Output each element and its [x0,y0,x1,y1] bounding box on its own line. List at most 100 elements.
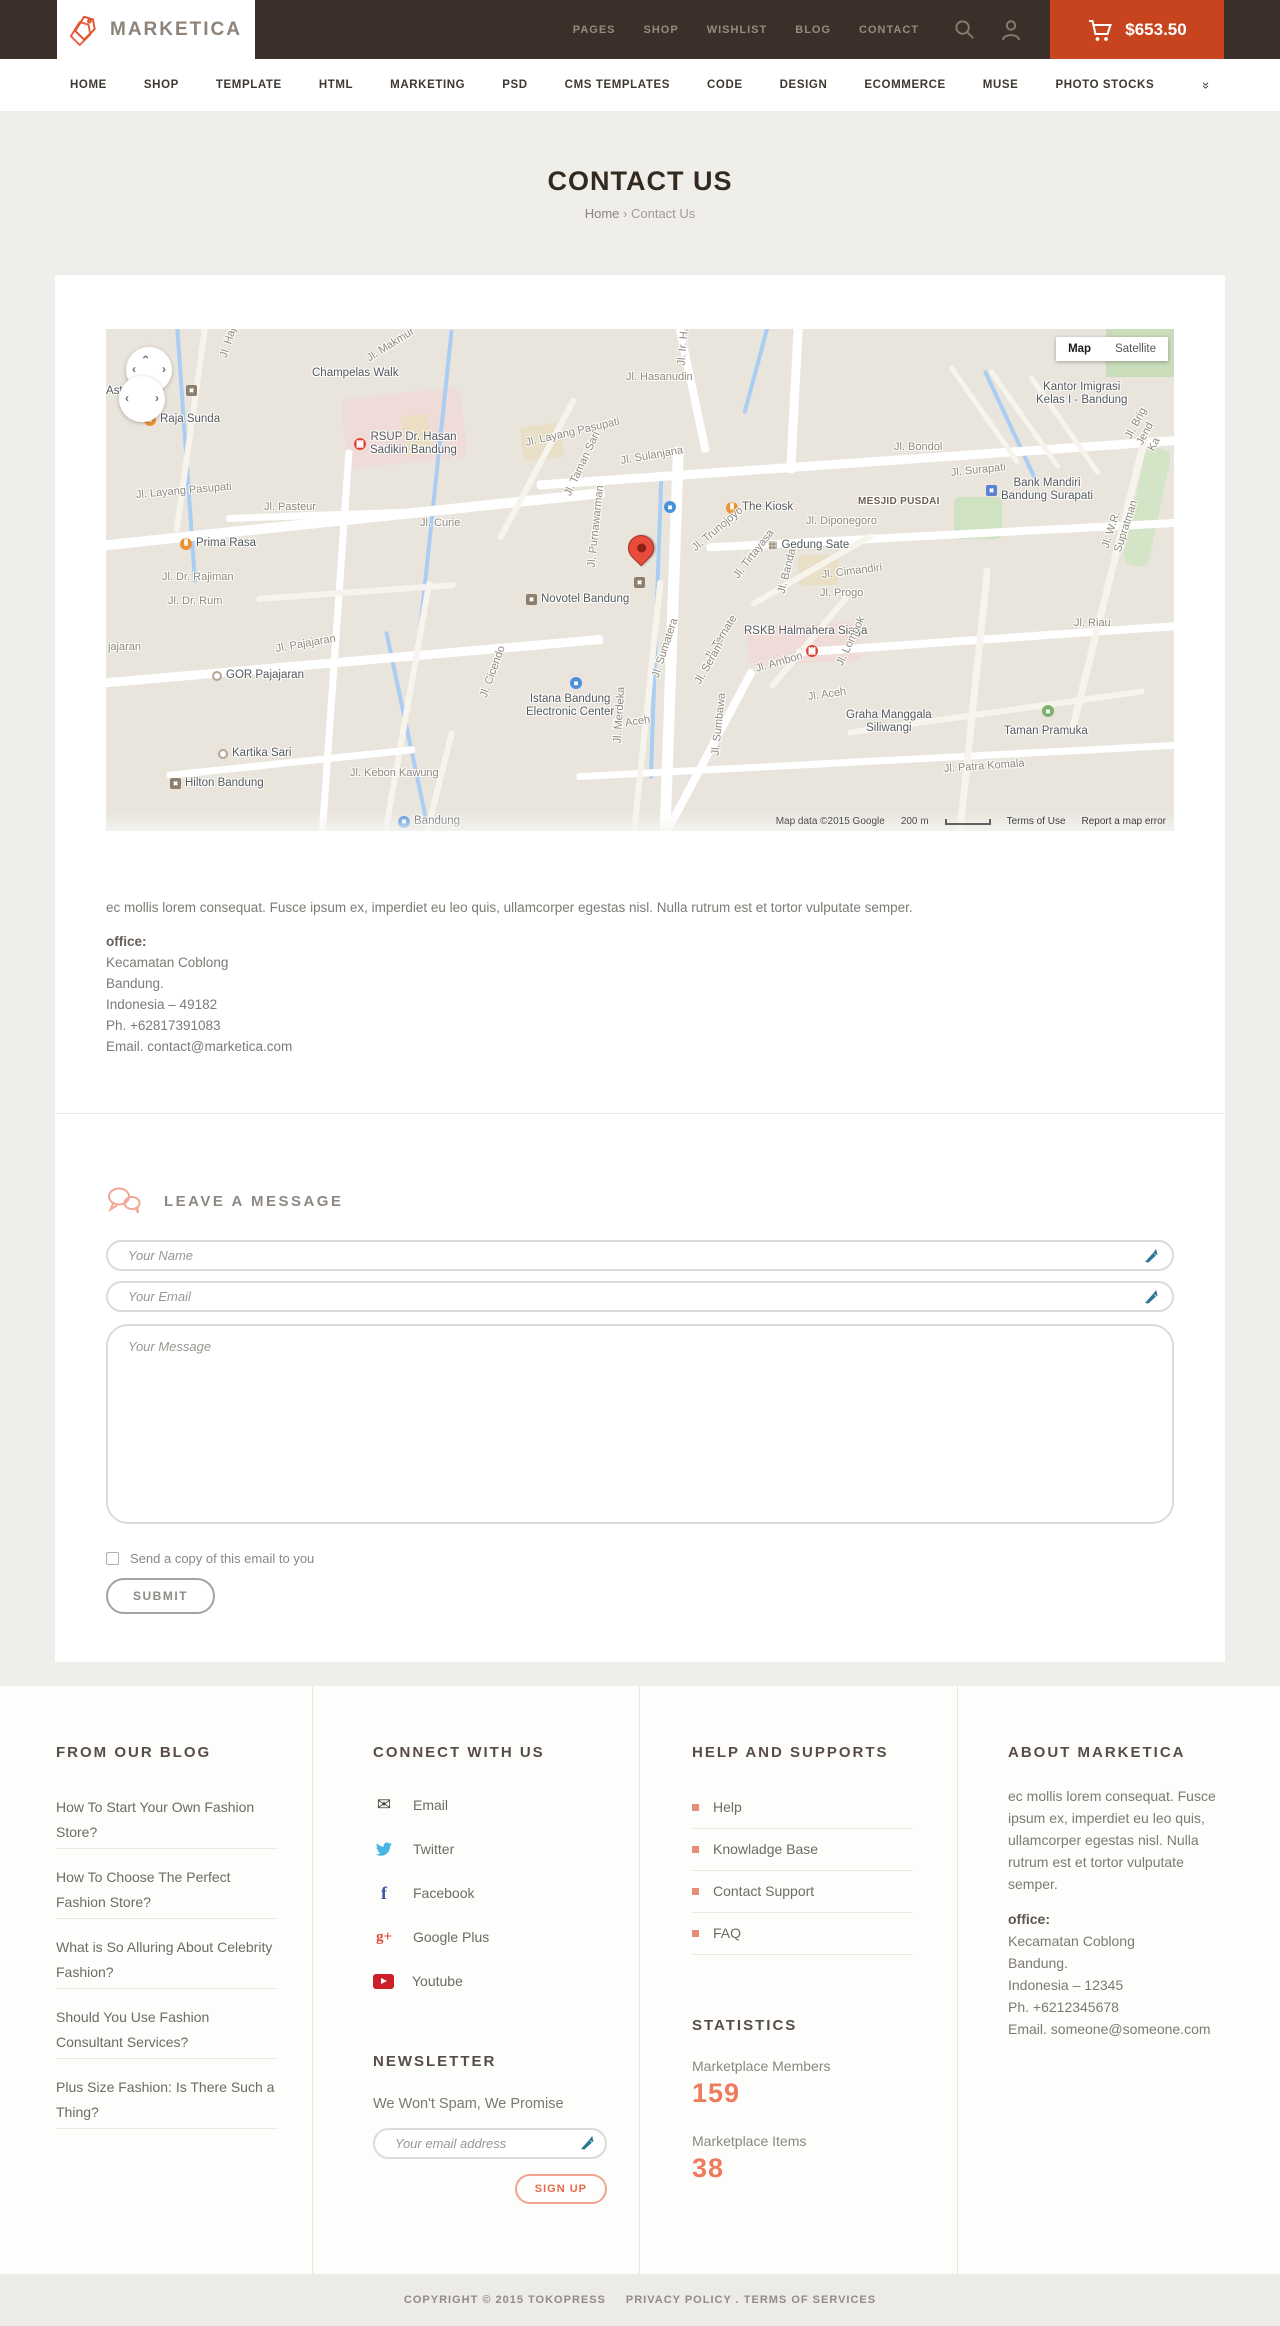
map-label: Jl. Ir. H. Juanda [676,329,696,366]
social-label: Email [413,1797,449,1813]
map-label: Jl. Dr. Rajiman [162,571,234,583]
office-address-block: office: Kecamatan Coblong Bandung. Indones… [106,931,1174,1057]
main-nav-link[interactable]: CODE [707,79,743,91]
search-icon[interactable] [953,18,976,41]
signup-button[interactable]: SIGN UP [514,2174,607,2204]
map-label [186,385,201,396]
nav-expand-chevron-icon[interactable] [1203,78,1210,93]
main-nav-link[interactable]: MUSE [983,79,1019,91]
cart-button[interactable]: $653.50 [1050,0,1224,59]
map-poi-icon [806,645,818,657]
map-label: Jl. Tirtayasa [730,527,777,581]
bullet-icon [692,1803,699,1811]
submit-button[interactable]: SUBMIT [106,1578,215,1614]
form-heading: LEAVE A MESSAGE [164,1192,344,1210]
social-link[interactable]: Google Plus [373,1915,599,1959]
map-river [742,329,770,414]
about-office-block: office: Kecamatan Coblong Bandung. Indones… [1008,1908,1225,2040]
map-scale-label: 200 m [900,816,929,827]
about-address-line: Bandung. [1008,1955,1068,1971]
brand-logo[interactable]: MARKETICA [57,0,255,59]
pencil-icon [580,2135,595,2155]
email-input[interactable] [106,1281,1174,1312]
map-label: Jl. Progo [820,587,864,599]
office-address-line: Bandung. [106,976,164,991]
main-nav-link[interactable]: HTML [319,79,353,91]
social-link[interactable]: Facebook [373,1871,599,1915]
map-label: Champelas Walk [312,367,399,379]
about-address-line: Ph. +6212345678 [1008,1999,1119,2015]
header-nav-link[interactable]: PAGES [573,24,616,36]
blog-post-link[interactable]: How To Start Your Own Fashion Store? [56,1795,278,1849]
map-label: Prima Rasa [180,537,256,550]
breadcrumb-home-link[interactable]: Home [585,206,620,221]
main-nav-link[interactable]: HOME [70,79,107,91]
satellite-view-button[interactable]: Satellite [1103,337,1168,361]
brand-name: MARKETICA [110,18,242,40]
map-poi-icon [212,670,222,681]
google-map[interactable]: Champelas Walk Jl. Hasanudin Jl. Ir. H. … [106,329,1174,831]
main-nav-link[interactable]: ECOMMERCE [864,79,945,91]
about-text: ec mollis lorem consequat. Fusce ipsum e… [1008,1788,1216,1892]
bottom-bar: COPYRIGHT © 2015 TOKOPRESS PRIVACY POLIC… [0,2274,1280,2326]
blog-post-link[interactable]: Should You Use Fashion Consultant Servic… [56,1989,278,2059]
map-label: Istana Bandung Electronic Center [526,693,615,718]
blog-post-link[interactable]: Plus Size Fashion: Is There Such a Thing… [56,2059,278,2129]
main-nav-link[interactable]: CMS TEMPLATES [565,79,670,91]
send-copy-checkbox[interactable] [106,1552,119,1565]
breadcrumb-separator: › [623,205,628,221]
social-link[interactable]: Twitter [373,1827,599,1871]
map-label: Kantor Imigrasi Kelas I - Bandung [1036,381,1128,406]
header-nav-link[interactable]: SHOP [644,24,679,36]
map-view-button[interactable]: Map [1056,337,1104,361]
main-nav-link[interactable]: SHOP [144,79,179,91]
main-nav-link[interactable]: PSD [502,79,527,91]
footer-connect-column: CONNECT WITH US Email [313,1686,640,2274]
help-link[interactable]: Knowladge Base [692,1829,913,1871]
header-nav: PAGES SHOP WISHLIST BLOG CONTACT [573,24,919,36]
message-textarea[interactable] [106,1324,1174,1524]
map-label: Hilton Bandung [170,777,264,790]
map-secondary-control[interactable]: ‹ › [119,376,165,422]
bullet-icon [692,1929,699,1937]
map-road [106,634,604,689]
map-label: Jl. Makmur [364,329,417,365]
main-nav-link[interactable]: MARKETING [390,79,465,91]
control-right-icon[interactable]: › [155,392,159,404]
header-nav-link[interactable]: CONTACT [859,24,919,36]
map-label: Novotel Bandung [526,593,629,606]
blog-post-link[interactable]: What is So Alluring About Celebrity Fash… [56,1919,278,1989]
header-nav-link[interactable]: WISHLIST [707,24,768,36]
help-link[interactable]: Help [692,1787,913,1829]
header-nav-link[interactable]: BLOG [795,24,831,36]
main-nav-link[interactable]: TEMPLATE [216,79,282,91]
policy-links[interactable]: PRIVACY POLICY . TERMS OF SERVICES [626,2294,876,2306]
pan-up-icon[interactable]: › [138,355,152,359]
pan-right-icon[interactable]: › [162,363,166,375]
help-link[interactable]: FAQ [692,1913,913,1955]
map-label: Gedung Sate [768,539,849,552]
user-account-icon[interactable] [1000,18,1022,42]
newsletter-email-input[interactable] [373,2128,607,2159]
breadcrumb-current: Contact Us [630,205,696,221]
blog-post-link[interactable]: How To Choose The Perfect Fashion Store? [56,1849,278,1919]
report-map-error-link[interactable]: Report a map error [1082,816,1166,827]
newsletter-heading: NEWSLETTER [373,2053,497,2070]
statistic-entry: Marketplace Members 159 [692,2058,913,2109]
map-poi-icon [218,748,228,759]
breadcrumb: Home › Contact Us [585,206,696,221]
social-link[interactable]: Youtube [373,1959,599,2003]
social-link[interactable]: Email [373,1783,599,1827]
footer-blog-column: FROM OUR BLOG How To Start Your Own Fash… [0,1686,313,2274]
terms-of-use-link[interactable]: Terms of Use [1007,816,1066,827]
main-nav-link[interactable]: DESIGN [780,79,828,91]
main-nav-link[interactable]: PHOTO STOCKS [1055,79,1154,91]
control-left-icon[interactable]: ‹ [125,392,129,404]
map-data-credit: Map data ©2015 Google [775,816,885,827]
location-marker [622,529,660,567]
name-input[interactable] [106,1240,1174,1271]
pan-left-icon[interactable]: ‹ [132,363,136,375]
map-label: Kartika Sari [218,747,291,760]
help-link[interactable]: Contact Support [692,1871,913,1913]
